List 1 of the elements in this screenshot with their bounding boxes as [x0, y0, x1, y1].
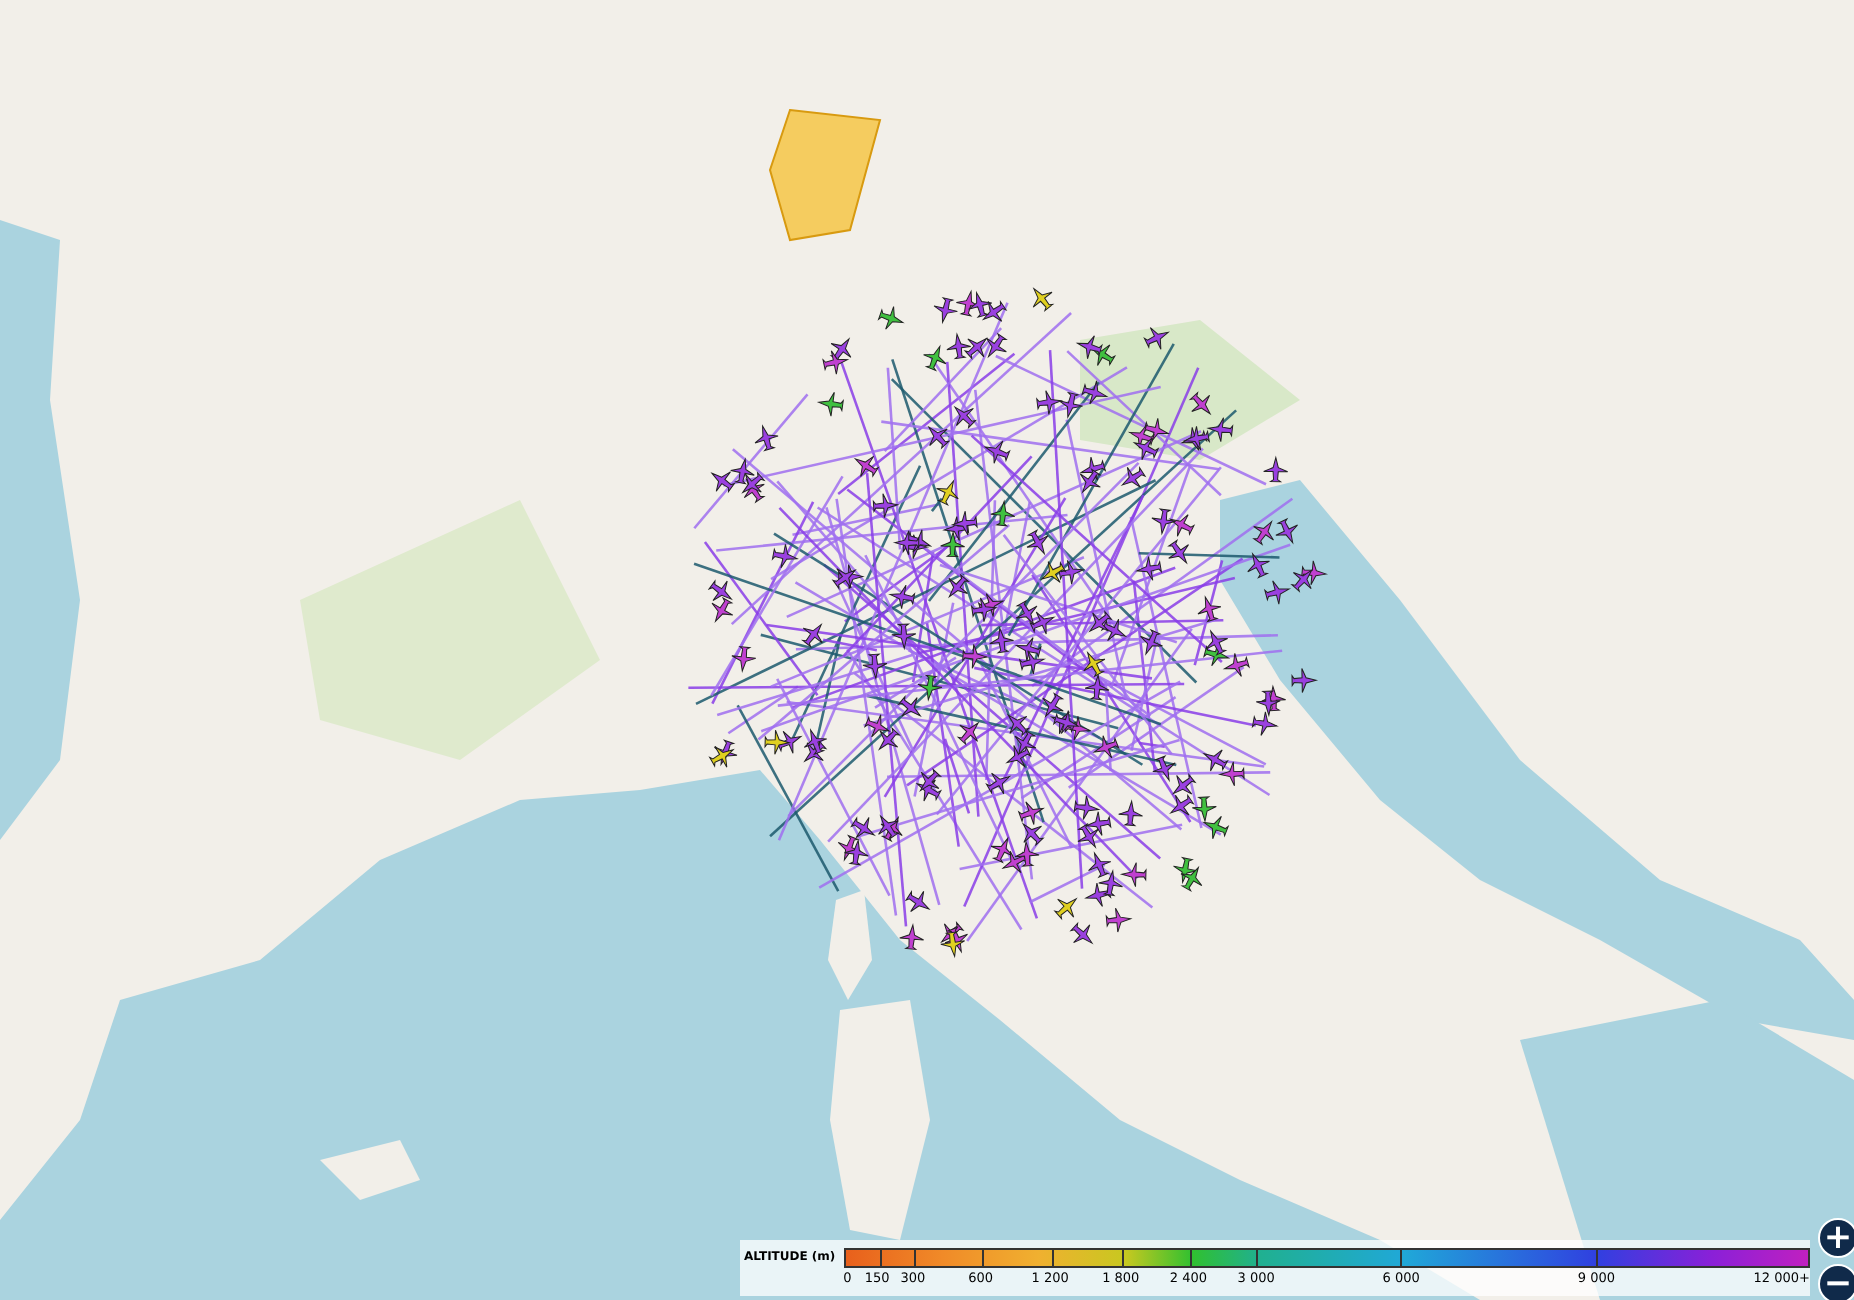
map-drawing[interactable] [0, 0, 1854, 1300]
